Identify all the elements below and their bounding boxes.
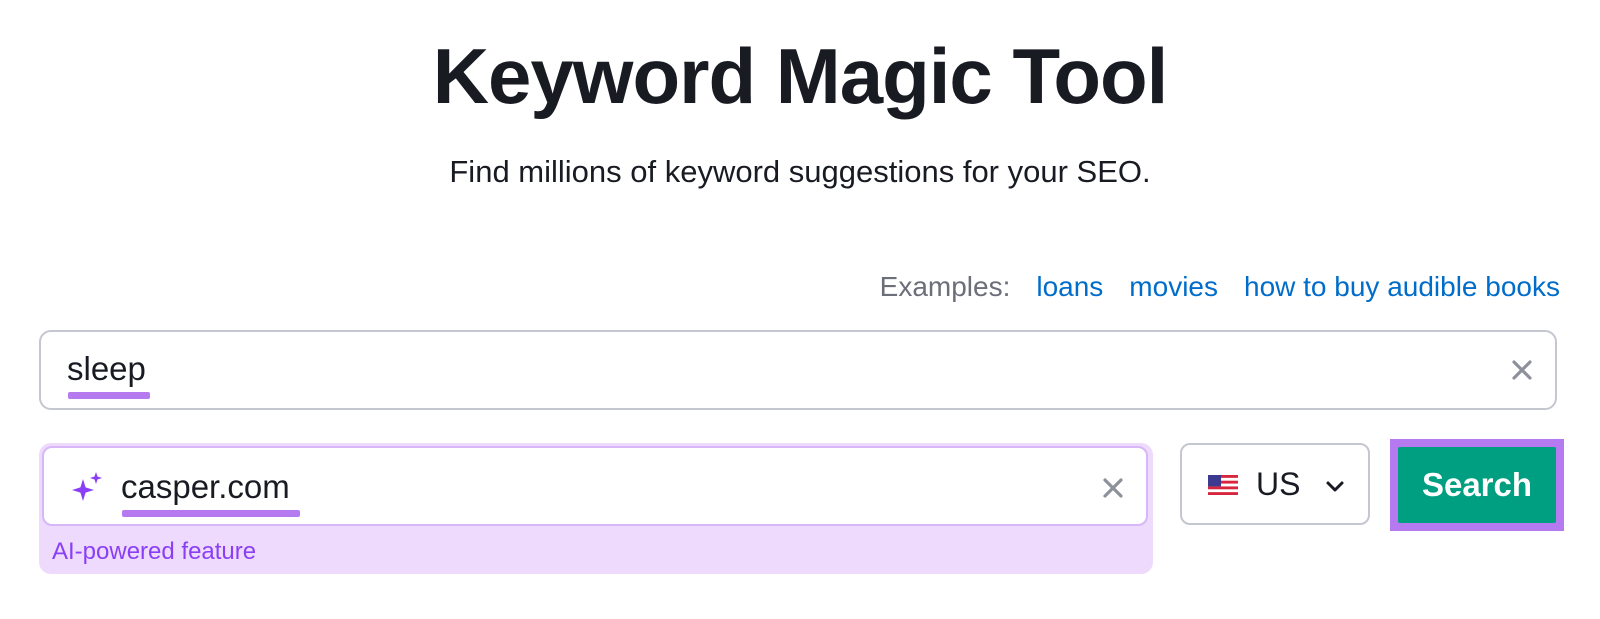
example-link-how-to-buy-audible-books[interactable]: how to buy audible books — [1244, 268, 1560, 306]
keyword-highlight-underline — [68, 392, 150, 399]
search-button[interactable]: Search — [1398, 447, 1556, 523]
keyword-input[interactable]: sleep — [39, 330, 1557, 410]
close-icon[interactable] — [1509, 357, 1535, 383]
examples-row: Examples: loans movies how to buy audibl… — [880, 268, 1560, 306]
country-select[interactable]: US — [1180, 443, 1370, 525]
example-link-movies[interactable]: movies — [1129, 268, 1218, 306]
domain-input[interactable]: casper.com — [42, 446, 1148, 526]
ai-domain-panel: casper.com AI-powered feature — [39, 443, 1153, 574]
keyword-input-value[interactable]: sleep — [67, 349, 146, 389]
ai-feature-label: AI-powered feature — [52, 538, 257, 565]
examples-label: Examples: — [879, 271, 1011, 302]
page-subtitle: Find millions of keyword suggestions for… — [449, 154, 1151, 189]
close-icon[interactable] — [1100, 475, 1126, 501]
keyword-magic-tool-page: Keyword Magic Tool Find millions of keyw… — [0, 0, 1600, 619]
domain-input-value[interactable]: casper.com — [121, 467, 290, 507]
chevron-down-icon — [1326, 481, 1344, 492]
page-title: Keyword Magic Tool — [432, 32, 1169, 120]
us-flag-icon — [1208, 475, 1238, 495]
search-button-highlight: Search — [1390, 439, 1564, 531]
sparkle-icon — [72, 472, 102, 501]
country-select-value: US — [1256, 466, 1301, 502]
domain-highlight-underline — [122, 510, 300, 517]
example-link-loans[interactable]: loans — [1036, 268, 1103, 306]
